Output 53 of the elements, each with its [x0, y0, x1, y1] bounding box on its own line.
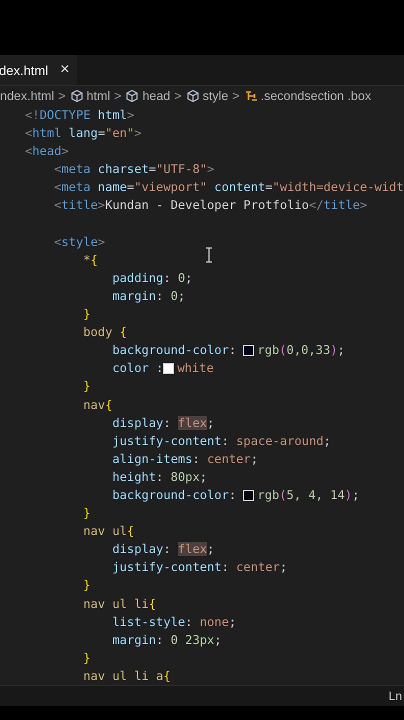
chevron-icon: >: [113, 89, 122, 103]
code-text: rgb(0,0,33);: [257, 342, 345, 360]
chevron-icon: >: [231, 89, 241, 103]
text-cursor-icon: [205, 247, 213, 263]
color-swatch[interactable]: [243, 344, 254, 356]
code-text: padding: 0;: [112, 270, 192, 287]
breadcrumb-item[interactable]: head: [142, 89, 170, 103]
chevron-icon: >: [57, 89, 67, 103]
code-text: rgb(5, 4, 14);: [257, 486, 360, 504]
code-text: nav ul li{: [83, 596, 156, 613]
color-swatch[interactable]: [243, 490, 254, 501]
code-text: }: [83, 577, 91, 594]
code-text: <!DOCTYPE html>: [25, 107, 134, 124]
code-text: <html lang="en">: [25, 125, 142, 142]
color-swatch[interactable]: [163, 362, 174, 374]
code-text: <meta charset="UTF-8">: [54, 161, 214, 178]
close-button[interactable]: ×: [60, 61, 70, 79]
selector-icon: [244, 89, 258, 103]
code-text: nav{: [83, 396, 112, 414]
code-text: justify-content: center;: [112, 559, 288, 576]
code-text: nav ul li a{: [83, 668, 171, 685]
cube-icon: [125, 89, 140, 103]
code-text: white: [177, 360, 214, 378]
code-text: display: flex;: [112, 541, 214, 558]
breadcrumb-item[interactable]: style: [202, 89, 228, 103]
breadcrumb-item[interactable]: ndex.html: [0, 89, 54, 103]
code-text: margin: 0 23px;: [112, 632, 222, 649]
code-text: <style>: [54, 234, 106, 251]
cursor-position[interactable]: Ln: [388, 689, 402, 703]
code-text: *{: [83, 252, 98, 269]
chevron-icon: >: [173, 89, 183, 103]
code-text: height: 80px;: [112, 468, 208, 486]
breadcrumb-item[interactable]: .secondsection .box: [260, 89, 372, 103]
code-text: }: [83, 378, 91, 396]
code-text: <title>Kundan - Developer Protfolio</title>: [54, 197, 368, 214]
code-text: }: [83, 505, 91, 522]
code-text: body {: [83, 324, 127, 342]
code-text: background-color:: [112, 342, 238, 360]
code-text: background-color:: [112, 486, 238, 504]
code-text: <head>: [25, 143, 69, 160]
code-text: align-items: center;: [112, 450, 258, 468]
code-text: display: flex;: [112, 414, 214, 432]
breadcrumb-item[interactable]: html: [86, 89, 110, 103]
code-text: }: [83, 306, 91, 324]
code-text: color :: [112, 360, 164, 378]
code-text: }: [83, 650, 91, 667]
cube-icon: [186, 89, 200, 103]
code-text: justify-content: space-around;: [112, 432, 331, 450]
code-text: nav ul{: [83, 523, 134, 540]
code-text: list-style: none;: [112, 614, 236, 631]
cube-icon: [70, 89, 84, 103]
code-text: margin: 0;: [112, 288, 186, 305]
code-text: <meta name="viewport" content="width=device-widt: [54, 179, 404, 196]
